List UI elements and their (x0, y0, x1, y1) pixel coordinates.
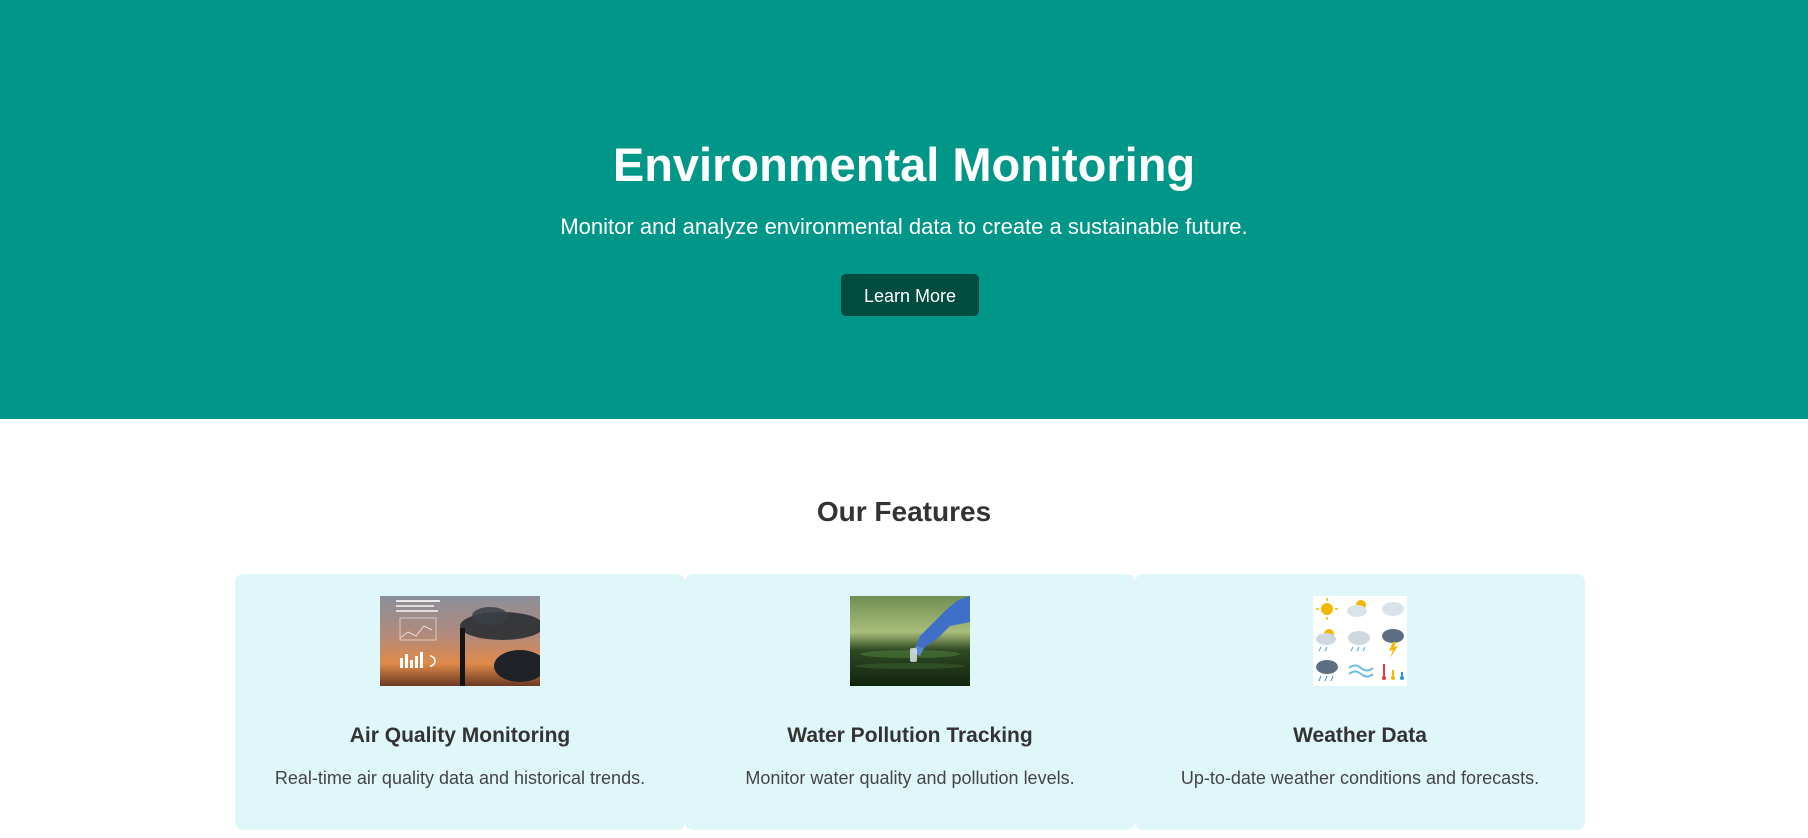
hero-section: Environmental Monitoring Monitor and ana… (0, 0, 1808, 419)
gloved-hand-water-sample-image (850, 596, 970, 686)
factory-smokestack-sunset-image (380, 596, 540, 686)
card-title-water-pollution: Water Pollution Tracking (787, 724, 1033, 747)
features-title: Our Features (816, 496, 992, 527)
feature-card-weather: Weather Data Up-to-date weather conditio… (1135, 574, 1585, 830)
hero-subtitle: Monitor and analyze environmental data t… (560, 214, 1248, 239)
feature-card-air-quality: Air Quality Monitoring Real-time air qua… (235, 574, 685, 830)
hero-title: Environmental Monitoring (612, 138, 1196, 191)
card-title-air-quality: Air Quality Monitoring (349, 724, 571, 747)
card-description-water-pollution: Monitor water quality and pollution leve… (745, 768, 1075, 788)
weather-icons-grid-image (1313, 596, 1407, 686)
card-description-air-quality: Real-time air quality data and historica… (274, 768, 646, 788)
card-description-weather: Up-to-date weather conditions and foreca… (1180, 768, 1540, 788)
card-title-weather: Weather Data (1293, 724, 1427, 747)
learn-more-button[interactable]: Learn More (841, 274, 979, 316)
feature-card-water-pollution: Water Pollution Tracking Monitor water q… (685, 574, 1135, 830)
